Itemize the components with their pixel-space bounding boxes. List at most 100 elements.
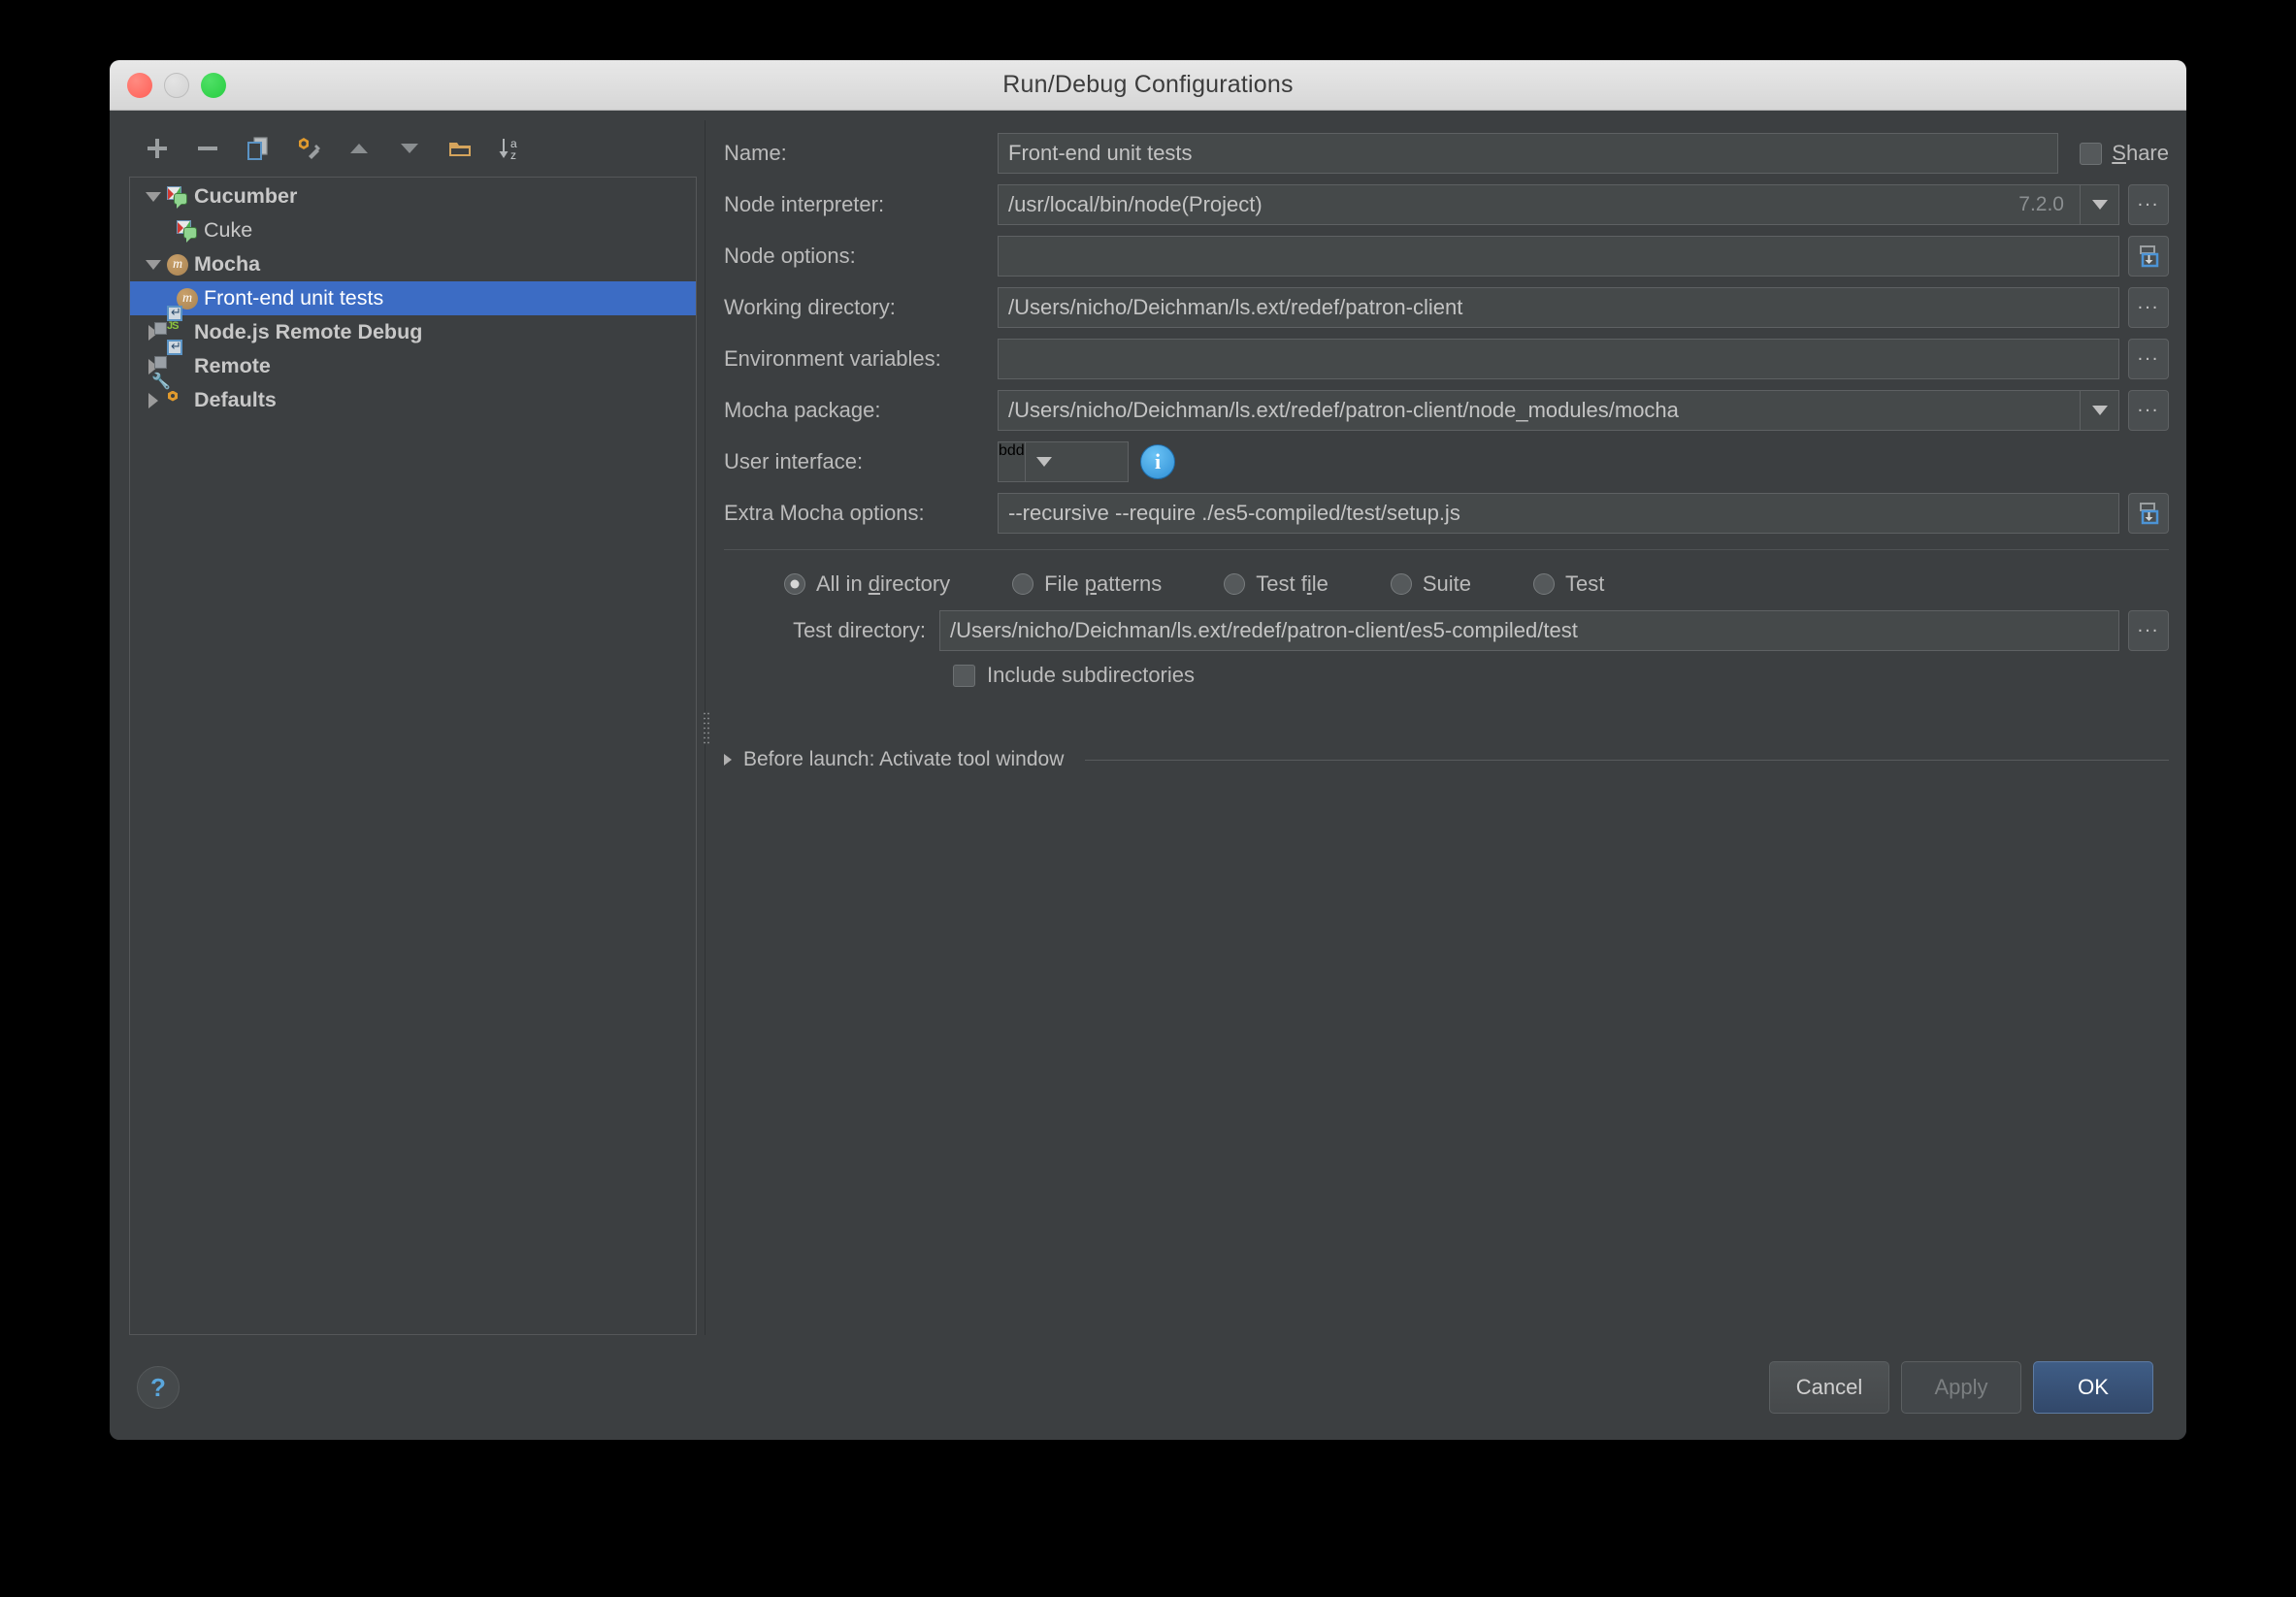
expand-arrow-icon[interactable] <box>140 179 167 213</box>
user-interface-info-icon[interactable]: i <box>1140 444 1175 479</box>
extra-mocha-options-label: Extra Mocha options: <box>724 501 998 526</box>
add-configuration-button[interactable] <box>135 128 180 169</box>
chevron-down-icon[interactable] <box>1025 442 1064 481</box>
before-launch-rule <box>1085 760 2169 761</box>
create-folder-button[interactable] <box>438 128 482 169</box>
ok-button[interactable]: OK <box>2033 1361 2153 1414</box>
tree-node-cucumber[interactable]: Cucumber <box>130 179 696 213</box>
mocha-package-combo[interactable]: /Users/nicho/Deichman/ls.ext/redef/patro… <box>998 390 2119 431</box>
pane-splitter[interactable] <box>697 120 714 1335</box>
expand-arrow-icon[interactable] <box>140 247 167 281</box>
dialog-footer: ? Cancel Apply OK <box>110 1335 2186 1440</box>
test-directory-browse-button[interactable]: ... <box>2128 610 2169 651</box>
remove-configuration-button[interactable] <box>185 128 230 169</box>
tree-node-mocha[interactable]: m Mocha <box>130 247 696 281</box>
radio-file-patterns[interactable]: File patterns <box>1012 571 1162 597</box>
radio-suite[interactable]: Suite <box>1391 571 1471 597</box>
before-launch-label: Before launch: Activate tool window <box>743 748 1064 771</box>
mocha-package-row: Mocha package: /Users/nicho/Deichman/ls.… <box>724 389 2169 432</box>
expand-editor-icon <box>2136 501 2161 526</box>
configurations-tree[interactable]: Cucumber Cuke m Mocha <box>129 177 697 1335</box>
radio-button[interactable] <box>784 573 805 595</box>
cancel-button[interactable]: Cancel <box>1769 1361 1889 1414</box>
radio-test-file[interactable]: Test file <box>1224 571 1328 597</box>
tree-node-label: Remote <box>194 356 271 377</box>
tree-node-label: Defaults <box>194 390 277 411</box>
copy-configuration-button[interactable] <box>236 128 280 169</box>
test-directory-input[interactable]: /Users/nicho/Deichman/ls.ext/redef/patro… <box>939 610 2119 651</box>
share-label: Share <box>2112 141 2169 166</box>
form-separator <box>724 549 2169 550</box>
run-debug-configurations-dialog: Run/Debug Configurations <box>110 60 2186 1440</box>
window-titlebar: Run/Debug Configurations <box>110 60 2186 111</box>
help-button[interactable]: ? <box>137 1366 180 1409</box>
include-subdirectories-group[interactable]: Include subdirectories <box>724 663 2169 688</box>
tree-node-remote[interactable]: Remote <box>130 349 696 383</box>
zoom-button[interactable] <box>201 73 226 98</box>
name-input[interactable]: Front-end unit tests <box>998 133 2058 174</box>
configurations-pane: a z Cucumber <box>110 120 697 1335</box>
tree-node-defaults[interactable]: 🔧 Defaults <box>130 383 696 417</box>
user-interface-row: User interface: bdd i <box>724 440 2169 483</box>
node-interpreter-browse-button[interactable]: ... <box>2128 184 2169 225</box>
sort-button[interactable]: a z <box>488 128 533 169</box>
tree-node-label: Node.js Remote Debug <box>194 322 422 343</box>
node-options-input[interactable] <box>998 236 2119 277</box>
environment-variables-browse-button[interactable]: ... <box>2128 339 2169 379</box>
share-checkbox[interactable] <box>2080 143 2102 165</box>
wrench-icon <box>295 135 322 162</box>
user-interface-label: User interface: <box>724 449 998 474</box>
move-up-button[interactable] <box>337 128 381 169</box>
working-directory-browse-button[interactable]: ... <box>2128 287 2169 328</box>
radio-test[interactable]: Test <box>1533 571 1604 597</box>
working-directory-input[interactable]: /Users/nicho/Deichman/ls.ext/redef/patro… <box>998 287 2119 328</box>
extra-mocha-options-row: Extra Mocha options: --recursive --requi… <box>724 492 2169 535</box>
node-interpreter-combo[interactable]: /usr/local/bin/node (Project) 7.2.0 <box>998 184 2119 225</box>
wrench-icon: 🔧 <box>167 390 188 411</box>
tree-node-front-end-unit-tests[interactable]: m Front-end unit tests <box>130 281 696 315</box>
radio-button[interactable] <box>1391 573 1412 595</box>
before-launch-section[interactable]: Before launch: Activate tool window <box>724 748 2169 771</box>
cucumber-icon <box>177 220 198 242</box>
chevron-down-icon[interactable] <box>2080 185 2118 224</box>
node-interpreter-scope: (Project) <box>1182 192 1263 217</box>
edit-defaults-button[interactable] <box>286 128 331 169</box>
include-subdirectories-checkbox[interactable] <box>953 665 975 687</box>
splitter-grip[interactable] <box>703 711 709 744</box>
environment-variables-label: Environment variables: <box>724 346 998 372</box>
arrow-up-icon <box>346 136 372 161</box>
radio-button[interactable] <box>1012 573 1033 595</box>
plus-icon <box>145 136 170 161</box>
window-title: Run/Debug Configurations <box>1002 71 1293 99</box>
radio-button[interactable] <box>1533 573 1555 595</box>
extra-mocha-options-expand-button[interactable] <box>2128 493 2169 534</box>
environment-variables-input[interactable] <box>998 339 2119 379</box>
node-interpreter-version: 7.2.0 <box>2018 193 2070 216</box>
mocha-package-label: Mocha package: <box>724 398 998 423</box>
name-row: Name: Front-end unit tests Share <box>724 132 2169 175</box>
user-interface-value[interactable]: bdd <box>999 442 1025 481</box>
mocha-icon: m <box>167 254 188 276</box>
mocha-package-value[interactable]: /Users/nicho/Deichman/ls.ext/redef/patro… <box>999 391 2080 430</box>
user-interface-combo[interactable]: bdd <box>998 441 1129 482</box>
radio-button[interactable] <box>1224 573 1245 595</box>
arrow-down-icon <box>397 136 422 161</box>
radio-label: Suite <box>1423 571 1471 597</box>
radio-all-in-directory[interactable]: All in directory <box>784 571 950 597</box>
close-button[interactable] <box>127 73 152 98</box>
apply-button[interactable]: Apply <box>1901 1361 2021 1414</box>
tree-node-nodejs-remote-debug[interactable]: JS Node.js Remote Debug <box>130 315 696 349</box>
tree-node-cuke[interactable]: Cuke <box>130 213 696 247</box>
mocha-package-browse-button[interactable]: ... <box>2128 390 2169 431</box>
chevron-right-icon[interactable] <box>724 754 732 766</box>
minimize-button[interactable] <box>164 73 189 98</box>
extra-mocha-options-input[interactable]: --recursive --require ./es5-compiled/tes… <box>998 493 2119 534</box>
node-options-label: Node options: <box>724 244 998 269</box>
configuration-form: Name: Front-end unit tests Share Node in… <box>714 120 2186 1335</box>
share-checkbox-group[interactable]: Share <box>2080 141 2169 166</box>
chevron-down-icon[interactable] <box>2080 391 2118 430</box>
node-options-expand-button[interactable] <box>2128 236 2169 277</box>
node-interpreter-value[interactable]: /usr/local/bin/node (Project) 7.2.0 <box>999 185 2080 224</box>
radio-label: Test file <box>1256 571 1328 597</box>
move-down-button[interactable] <box>387 128 432 169</box>
